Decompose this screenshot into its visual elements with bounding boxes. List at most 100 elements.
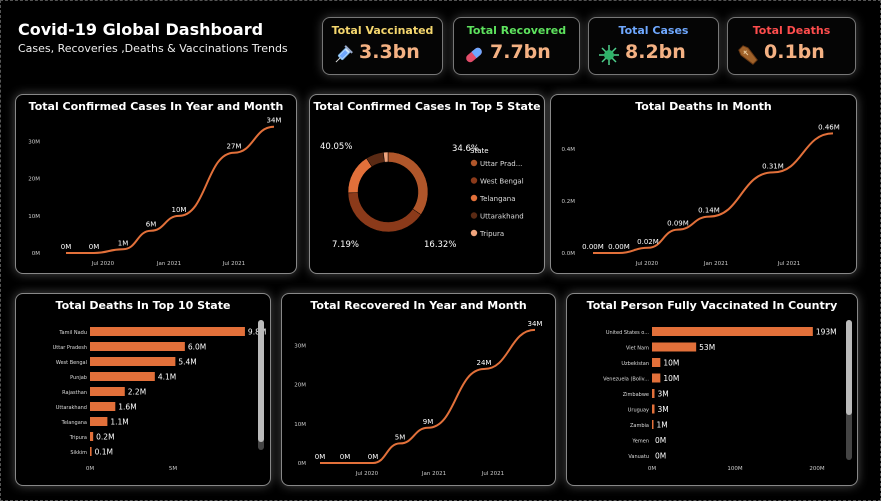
y-tick-label: 0.0M — [562, 251, 576, 257]
data-label: 0.14M — [698, 207, 720, 215]
y-tick-label: 10M — [28, 214, 40, 220]
category-label: Sikkim — [70, 450, 87, 456]
legend-title: State — [470, 147, 489, 155]
data-label: 0.00M — [608, 243, 630, 251]
syringe-icon — [335, 45, 353, 63]
kpi-card-cases[interactable]: Total Cases 8.2bn — [588, 17, 719, 75]
series-line — [65, 125, 275, 255]
chart-panel-vaccinated[interactable]: Total Person Fully Vaccinated In Country… — [566, 293, 858, 486]
x-tick-label: 0M — [86, 466, 94, 472]
page-subtitle: Cases, Recoveries ,Deaths & Vaccinations… — [18, 42, 288, 55]
data-label: 6M — [146, 221, 157, 229]
data-label: 34M — [528, 320, 543, 328]
x-tick-label: Jul 2021 — [222, 261, 245, 267]
chart-panel-top5-states[interactable]: Total Confirmed Cases In Top 5 State 34.… — [309, 94, 545, 274]
kpi-label: Total Cases — [618, 24, 689, 37]
recovered-line-chart: 0M 10M 20M 30M Jul 2020 Jan 2021 Jul 2021 0M 0M 0… — [294, 320, 543, 477]
kpi-card-deaths[interactable]: Total Deaths 0.1bn — [727, 17, 856, 75]
data-label: 1M — [118, 239, 129, 247]
scrollbar[interactable] — [258, 320, 264, 450]
legend-swatch — [470, 212, 478, 219]
legend-swatch — [470, 229, 478, 237]
bar — [652, 327, 813, 336]
scrollbar[interactable] — [846, 320, 852, 460]
y-tick-label: 30M — [294, 344, 306, 350]
series-line — [319, 328, 536, 464]
category-label: Telangana — [61, 420, 87, 426]
kpi-value: 8.2bn — [625, 41, 686, 63]
bar-data-label: 1M — [657, 421, 668, 430]
legend-item-label: West Bengal — [480, 178, 524, 186]
kpi-card-recovered[interactable]: Total Recovered 7.7bn — [453, 17, 580, 75]
data-label: 0.31M — [762, 162, 784, 170]
donut-data-label: 16.32% — [424, 240, 456, 250]
data-label: 0M — [315, 453, 326, 461]
pill-icon — [466, 47, 482, 63]
data-label: 0M — [368, 453, 379, 461]
x-tick-label: Jul 2021 — [777, 261, 800, 267]
legend-swatch — [470, 177, 478, 184]
data-label: 10M — [172, 206, 187, 214]
kpi-label: Total Vaccinated — [331, 24, 434, 37]
bar — [90, 357, 176, 366]
bar-data-label: 5.4M — [178, 358, 196, 367]
y-tick-label: 10M — [294, 422, 306, 428]
scrollbar-thumb[interactable] — [258, 320, 264, 442]
bar — [90, 402, 116, 411]
category-label: Uttar Pradesh — [53, 345, 87, 351]
y-tick-label: 0.4M — [562, 147, 576, 153]
category-label: Rajasthan — [62, 390, 87, 396]
x-tick-label: Jan 2021 — [703, 261, 728, 267]
bar-data-label: 2.2M — [128, 388, 146, 397]
data-label: 0M — [89, 243, 100, 251]
kpi-label: Total Deaths — [752, 24, 831, 37]
category-label: Uttarakhand — [56, 405, 87, 411]
kpi-card-vaccinated[interactable]: Total Vaccinated 3.3bn — [322, 17, 443, 75]
bar-data-label: 0M — [655, 436, 666, 445]
bar — [652, 373, 661, 383]
kpi-value: 3.3bn — [359, 41, 420, 63]
bar-data-label: 193M — [816, 328, 837, 337]
x-tick-label: Jan 2021 — [156, 261, 181, 267]
kpi-value: 7.7bn — [490, 41, 551, 63]
chart-panel-confirmed-cases[interactable]: Total Confirmed Cases In Year and Month … — [15, 94, 297, 274]
category-label: Uzbekistan — [621, 361, 649, 367]
scrollbar-thumb[interactable] — [846, 320, 852, 415]
category-label: Vanuatu — [628, 454, 649, 460]
chart-panel-state-deaths[interactable]: Total Deaths In Top 10 State Tamil Nadu9… — [15, 293, 271, 486]
state-deaths-bar-chart: Tamil Nadu9.8MUttar Pradesh6.0MWest Beng… — [53, 327, 266, 472]
x-tick-label: 200M — [809, 466, 824, 472]
bar-data-label: 53M — [699, 343, 715, 352]
page-title: Covid-19 Global Dashboard — [18, 20, 264, 39]
y-tick-label: 0M — [298, 461, 306, 467]
bar-data-label: 0.1M — [95, 448, 113, 457]
legend-item-label: Telangana — [479, 195, 516, 203]
bar-data-label: 3M — [658, 390, 669, 399]
chart-panel-recovered[interactable]: Total Recovered In Year and Month 0M 10M 2… — [281, 293, 556, 486]
data-label: 0.02M — [637, 238, 659, 246]
data-label: 27M — [227, 143, 242, 151]
category-label: Punjab — [70, 375, 87, 381]
bar — [90, 372, 155, 381]
bar-data-label: 10M — [663, 374, 679, 383]
x-tick-label: 0M — [648, 466, 656, 472]
chart-panel-deaths-month[interactable]: Total Deaths In Month 0.0M 0.2M 0.4M Jul 20… — [550, 94, 857, 274]
category-label: Tamil Nadu — [58, 330, 87, 336]
legend-item-label: Uttar Prad... — [480, 160, 522, 168]
legend-item-label: Uttarakhand — [480, 213, 524, 221]
x-tick-label: Jul 2020 — [355, 471, 379, 477]
bar — [652, 404, 655, 414]
donut-slice — [387, 151, 429, 216]
category-label: Venezuela (Boliv... — [603, 377, 649, 383]
vaccinated-bar-chart: United States o... 193M Viet Nam 53M Uzbekis… — [603, 327, 837, 472]
bar — [90, 432, 94, 441]
bar — [652, 358, 661, 367]
bar — [652, 342, 697, 352]
category-label: Yemen — [631, 439, 649, 445]
legend-swatch — [470, 159, 478, 167]
data-label: 0.09M — [667, 220, 689, 228]
y-tick-label: 30M — [28, 140, 40, 146]
series-line — [592, 132, 834, 255]
data-label: 0.00M — [582, 243, 604, 251]
category-label: Tripura — [69, 435, 87, 441]
